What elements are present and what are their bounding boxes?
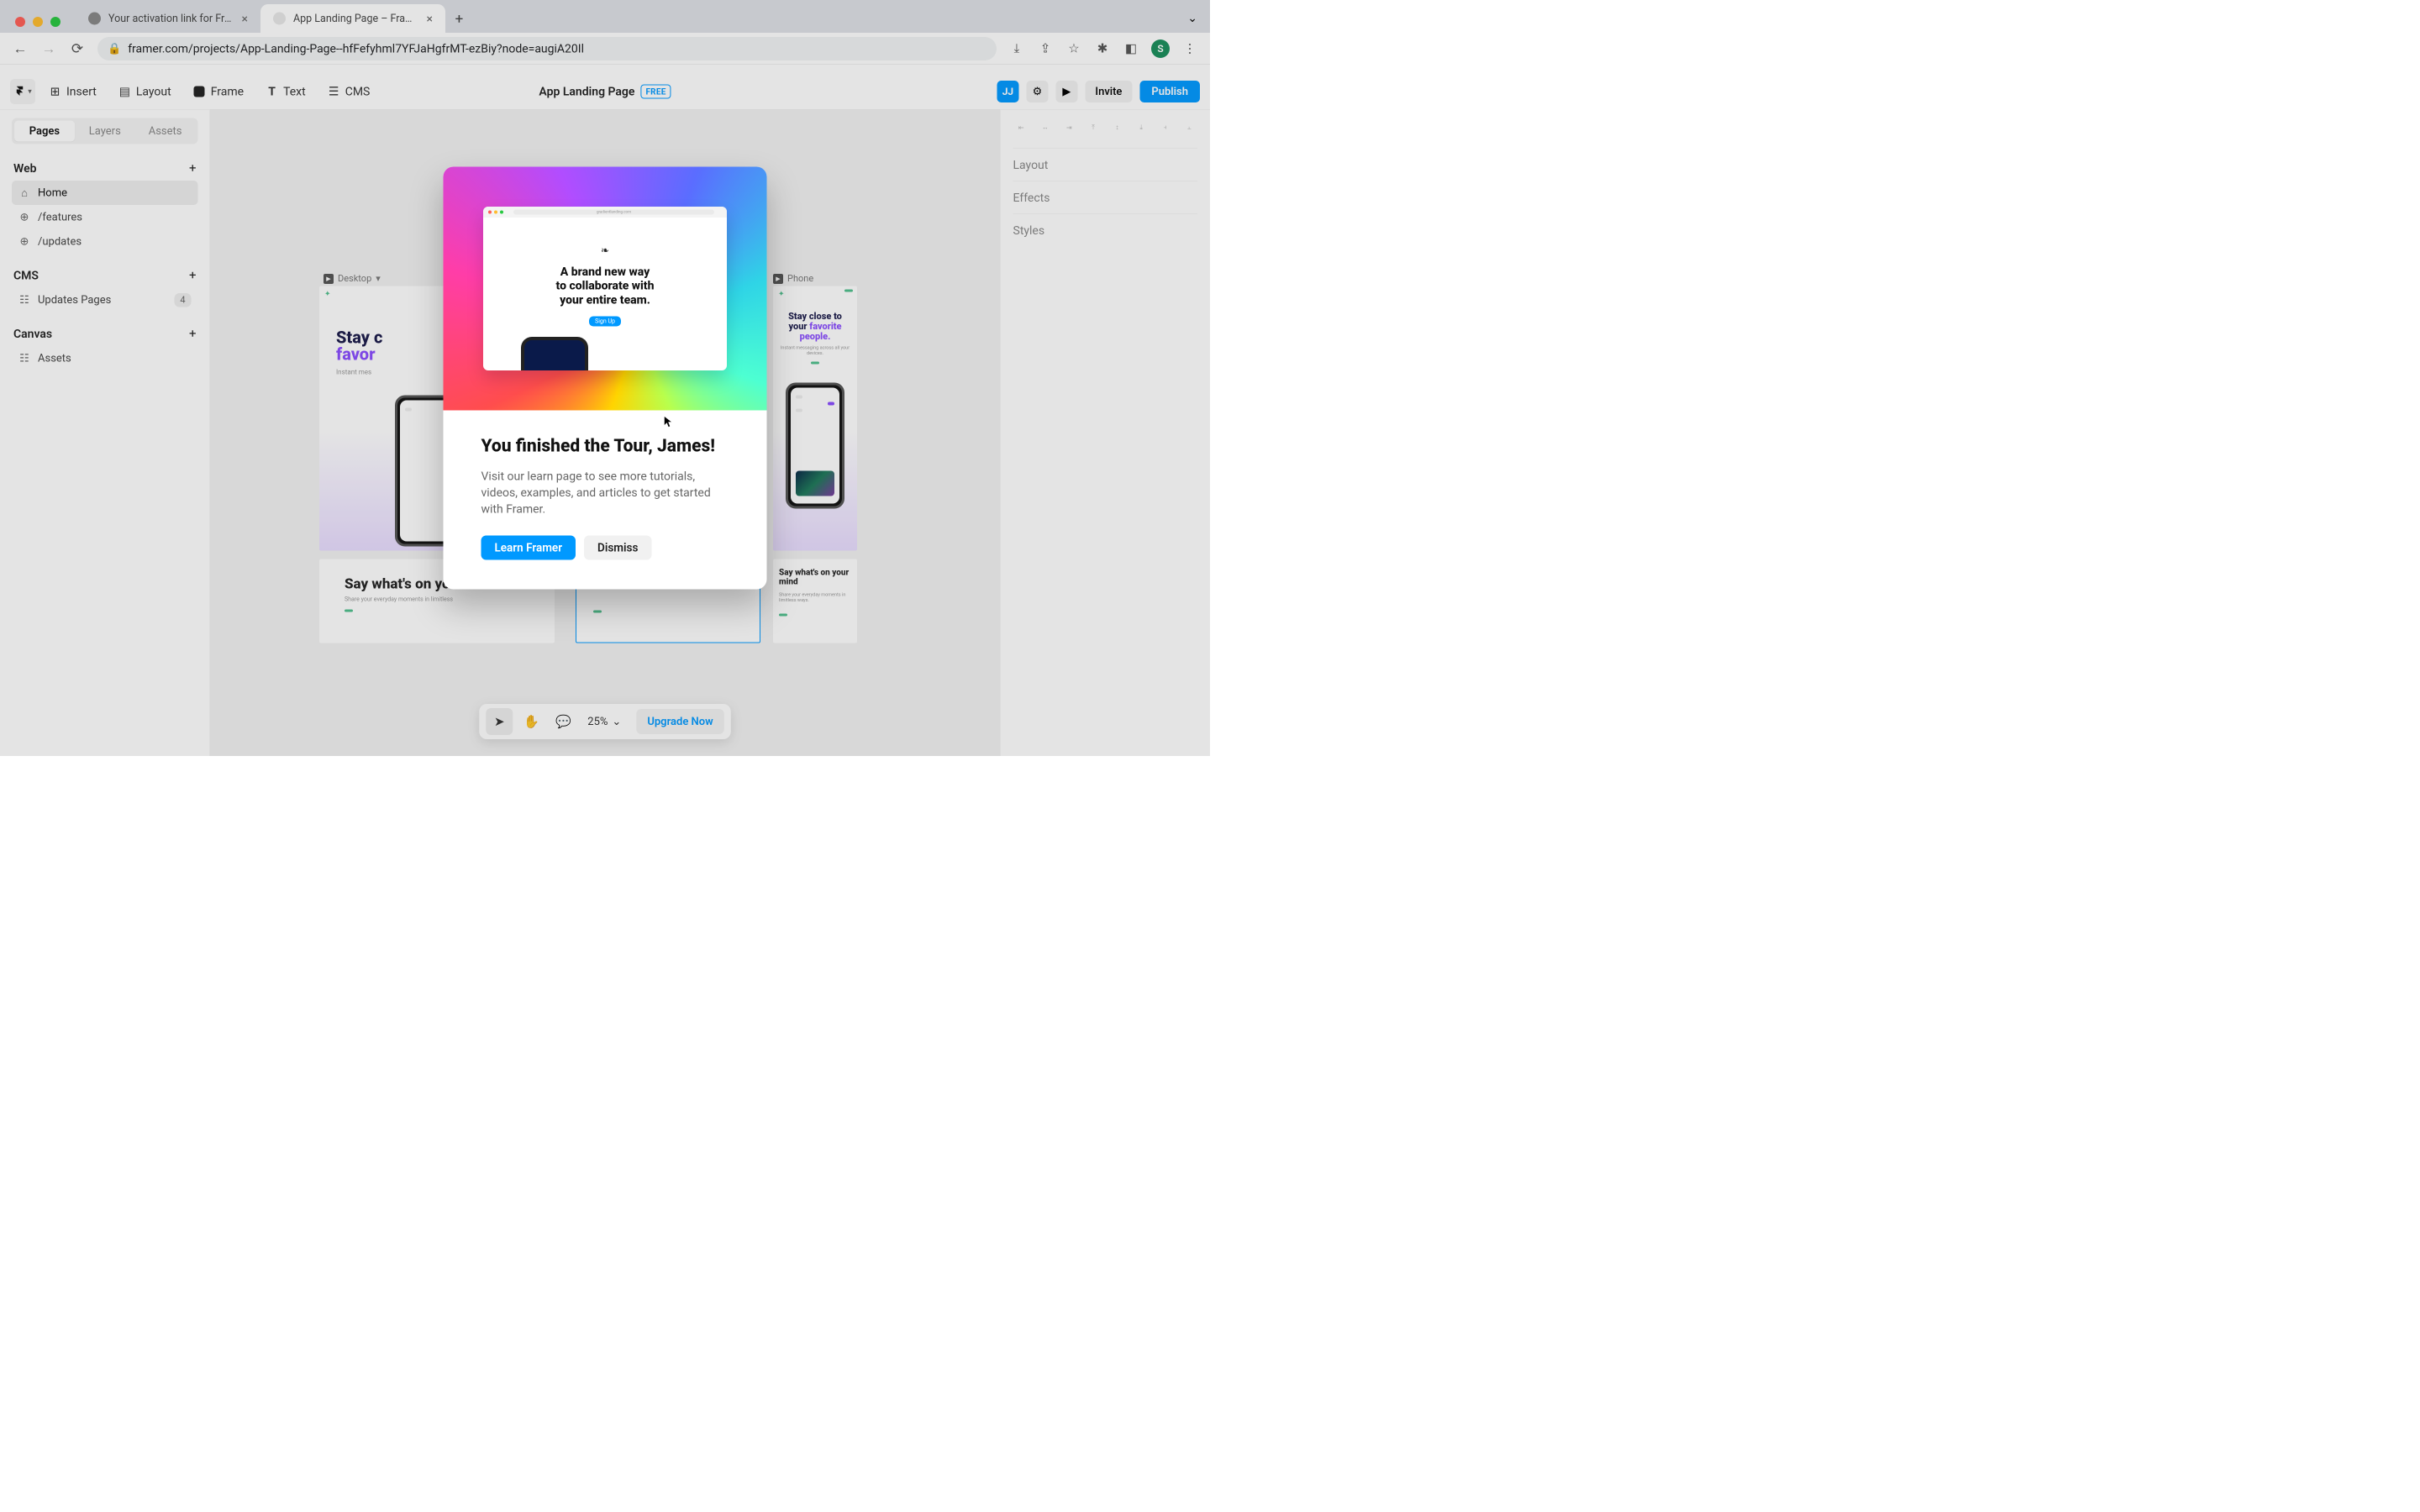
modal-description: Visit our learn page to see more tutoria… <box>481 468 729 517</box>
hero-preview-card: gradientlanding.com ❧ A brand new way to… <box>483 207 727 370</box>
mouse-cursor-icon <box>664 416 672 428</box>
dot-icon <box>494 210 497 213</box>
dot-icon <box>500 210 503 213</box>
tour-complete-modal: gradientlanding.com ❧ A brand new way to… <box>444 166 767 589</box>
modal-overlay[interactable]: gradientlanding.com ❧ A brand new way to… <box>0 0 1210 756</box>
hero-cta: Sign Up <box>589 316 621 326</box>
modal-title: You finished the Tour, James! <box>481 435 729 456</box>
modal-hero: gradientlanding.com ❧ A brand new way to… <box>444 166 767 410</box>
dot-icon <box>488 210 492 213</box>
leaf-icon: ❧ <box>601 244 609 256</box>
dismiss-button[interactable]: Dismiss <box>584 536 651 560</box>
hero-phone-mockup <box>521 337 588 370</box>
learn-framer-button[interactable]: Learn Framer <box>481 536 576 560</box>
hero-url: gradientlanding.com <box>513 209 714 214</box>
